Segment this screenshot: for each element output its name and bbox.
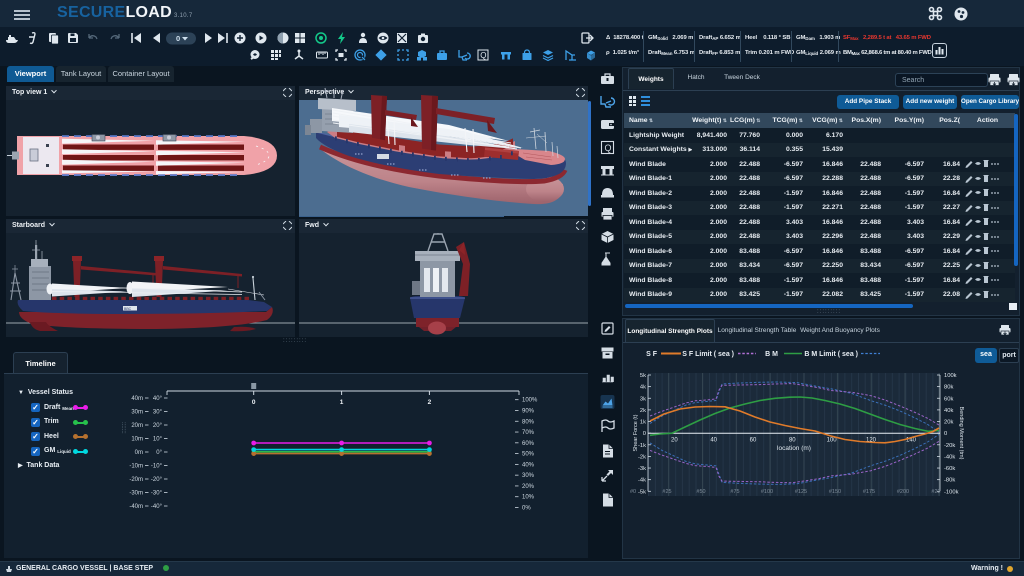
svg-text:10%: 10% [522,495,535,501]
svg-text:40: 40 [710,438,717,444]
svg-text:-4k: -4k [638,478,646,484]
svg-text:20°: 20° [153,423,163,429]
svg-text:-40°: -40° [151,504,163,510]
svg-text:-20°: -20° [151,477,163,483]
svg-text:1k: 1k [640,420,646,426]
svg-text:1: 1 [340,399,344,406]
svg-text:80%: 80% [522,419,535,425]
svg-text:-5k: -5k [638,489,646,495]
svg-text:B M Limit ( sea ): B M Limit ( sea ) [804,351,858,358]
svg-text:Bending Moment (tm): Bending Moment (tm) [958,407,964,460]
svg-text:10°: 10° [153,437,163,443]
svg-text:0m: 0m [135,450,143,456]
svg-text:#175: #175 [863,489,875,495]
svg-text:0°: 0° [156,450,162,456]
svg-text:20m: 20m [131,423,143,429]
svg-text:#0: #0 [630,489,636,495]
svg-text:0: 0 [252,399,256,406]
svg-text:-20m: -20m [129,477,143,483]
svg-text:-1k: -1k [638,443,646,449]
svg-text:90%: 90% [522,408,535,414]
svg-text:-60k: -60k [944,466,955,472]
svg-text:#50: #50 [696,489,705,495]
svg-text:#100: #100 [761,489,773,495]
svg-text:-30°: -30° [151,491,163,497]
svg-text:40%: 40% [522,462,535,468]
svg-text:80: 80 [789,438,796,444]
svg-text:0%: 0% [522,506,531,512]
svg-text:100%: 100% [522,398,538,404]
svg-text:Shear Force (t): Shear Force (t) [633,414,639,451]
svg-text:30°: 30° [153,410,163,416]
svg-text:-40k: -40k [944,454,955,460]
svg-text:2k: 2k [640,408,646,414]
svg-text:3k: 3k [640,396,646,402]
svg-text:70%: 70% [522,430,535,436]
svg-text:40k: 40k [944,408,953,414]
svg-text:Q: Q [480,51,486,60]
svg-text:100k: 100k [944,373,957,379]
svg-text:S F: S F [646,351,658,358]
svg-text:40m: 40m [131,396,143,402]
svg-text:#75: #75 [730,489,739,495]
svg-text:40°: 40° [153,396,163,402]
svg-text:Q: Q [605,143,612,153]
svg-text:-3k: -3k [638,466,646,472]
svg-text:10m: 10m [131,437,143,443]
svg-text:0: 0 [176,34,180,43]
svg-text:60%: 60% [522,441,535,447]
svg-text:BBC: BBC [124,307,132,311]
svg-text:-20k: -20k [944,443,955,449]
svg-text:30%: 30% [522,473,535,479]
svg-text:location (m): location (m) [777,445,811,452]
svg-text:-10°: -10° [151,464,163,470]
svg-text:0: 0 [944,431,947,437]
svg-text:-100k: -100k [944,489,959,495]
svg-text:#150: #150 [829,489,841,495]
svg-text:-40m: -40m [129,504,143,510]
svg-text:-2k: -2k [638,454,646,460]
svg-text:#200: #200 [897,489,909,495]
svg-text:B M: B M [765,351,778,358]
svg-text:20: 20 [671,438,678,444]
svg-text:-30m: -30m [129,491,143,497]
svg-text:4k: 4k [640,385,646,391]
svg-text:30m: 30m [131,410,143,416]
svg-text:2: 2 [428,399,432,406]
svg-text:#22: #22 [931,489,940,495]
svg-text:20%: 20% [522,484,535,490]
svg-text:60k: 60k [944,396,953,402]
svg-text:#25: #25 [662,489,671,495]
svg-text:0: 0 [643,431,646,437]
svg-text:50%: 50% [522,452,535,458]
svg-text:#125: #125 [795,489,807,495]
svg-text:100: 100 [827,438,838,444]
svg-text:5k: 5k [640,373,646,379]
svg-text:-80k: -80k [944,478,955,484]
svg-text:-10m: -10m [129,464,143,470]
svg-text:80k: 80k [944,385,953,391]
svg-text:20k: 20k [944,420,953,426]
svg-text:60: 60 [750,438,757,444]
svg-text:S F Limit ( sea ): S F Limit ( sea ) [682,351,734,358]
